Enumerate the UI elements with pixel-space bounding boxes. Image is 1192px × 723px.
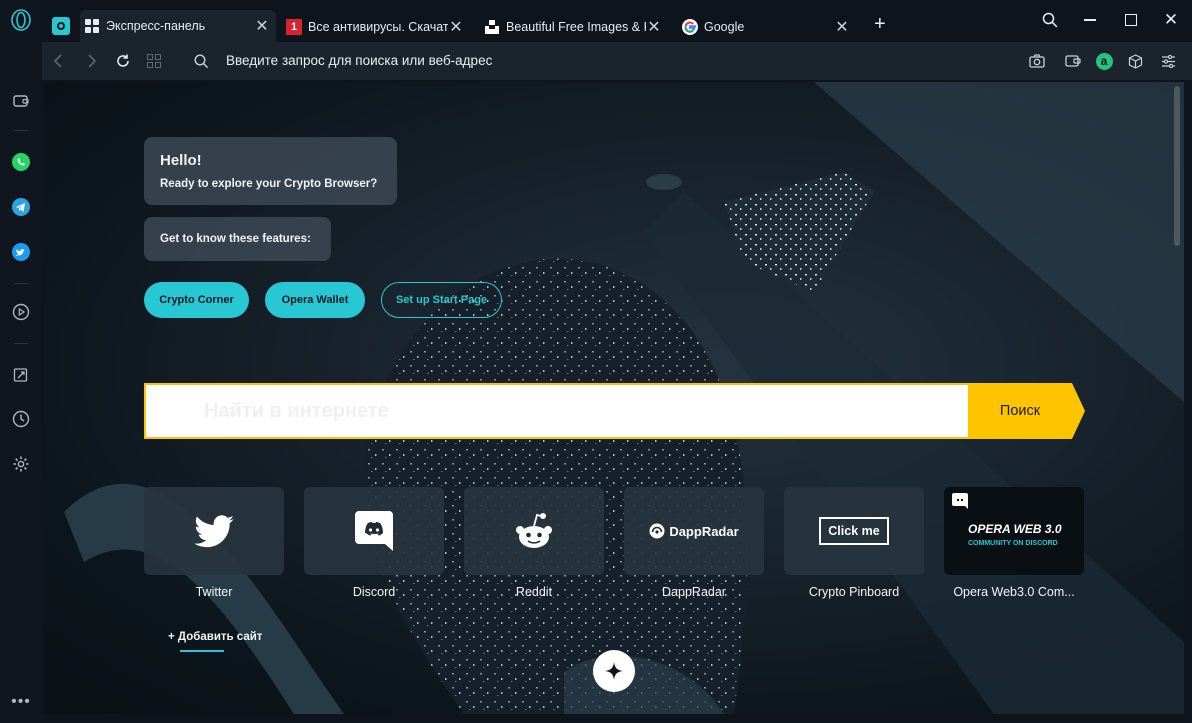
close-window-button[interactable]: ✕ — [1159, 8, 1183, 32]
history-icon[interactable] — [9, 407, 33, 431]
scrollbar[interactable] — [1174, 86, 1180, 246]
speed-dial-tile[interactable] — [304, 487, 444, 575]
web-search-input[interactable] — [146, 385, 970, 437]
speed-dial-reddit[interactable]: Reddit — [464, 487, 604, 599]
hello-subtitle: Ready to explore your Crypto Browser? — [160, 178, 378, 190]
opera-web3-logo-sub: COMMUNITY ON DISCORD — [968, 540, 1058, 547]
new-tab-button[interactable]: + — [874, 14, 886, 34]
speed-dial-opera-web3[interactable]: OPERA WEB 3.0 COMMUNITY ON DISCORD Opera… — [944, 487, 1084, 599]
speed-dial-label: DappRadar — [662, 585, 726, 599]
reddit-icon — [516, 513, 552, 548]
speed-dial-label: Opera Web3.0 Com... — [953, 585, 1075, 599]
click-me-logo: Click me — [819, 517, 889, 545]
antivirus-favicon: 1 — [286, 19, 302, 35]
twitter-icon — [194, 514, 234, 547]
web-search-button[interactable]: Поиск — [968, 383, 1085, 439]
speed-dial-label: Discord — [352, 585, 396, 599]
add-site-button[interactable]: + Добавить сайт — [168, 631, 262, 643]
tab-search-icon[interactable] — [1038, 8, 1062, 32]
speed-dial-tile[interactable]: DappRadar — [624, 487, 764, 575]
settings-icon[interactable] — [9, 452, 33, 476]
features-bubble: Get to know these features: — [144, 217, 331, 261]
forward-icon[interactable] — [80, 50, 102, 72]
dappradar-logo: DappRadar — [649, 523, 739, 539]
minimize-button[interactable] — [1078, 8, 1102, 32]
set-up-start-page-button[interactable]: Set up Start Page — [381, 282, 502, 318]
opera-wallet-button[interactable]: Opera Wallet — [265, 282, 365, 318]
discord-icon — [952, 493, 968, 509]
close-tab-icon[interactable]: ✕ — [254, 16, 270, 36]
maximize-button[interactable] — [1119, 8, 1143, 32]
more-icon[interactable]: ••• — [9, 690, 33, 714]
easy-setup-spark-button[interactable] — [593, 650, 635, 692]
opera-web3-logo-text: OPERA WEB 3.0 — [968, 522, 1062, 536]
close-tab-icon[interactable]: ✕ — [646, 17, 662, 37]
tab-antivirus[interactable]: 1 Все антивирусы. Скачать ✕ — [282, 12, 470, 42]
wallet-toolbar-icon[interactable] — [1063, 51, 1083, 71]
telegram-icon[interactable] — [9, 195, 33, 219]
twitter-icon[interactable] — [9, 240, 33, 264]
whatsapp-icon[interactable] — [9, 150, 33, 174]
tab-title: Все антивирусы. Скачать — [308, 20, 448, 34]
browser-window: ••• Экспресс-панель ✕ 1 Все антивирусы. … — [0, 0, 1192, 723]
account-icon[interactable]: a — [1094, 51, 1114, 71]
web-search-box — [144, 383, 970, 439]
wallet-icon[interactable] — [9, 89, 33, 113]
web-search-button-label: Поиск — [999, 403, 1041, 419]
tab-unsplash[interactable]: Beautiful Free Images & P ✕ — [480, 12, 668, 42]
speed-dial-dappradar[interactable]: DappRadar DappRadar — [624, 487, 764, 599]
dappradar-logo-text: DappRadar — [669, 523, 739, 539]
address-bar: Введите запрос для поиска или веб-адрес … — [42, 42, 1192, 80]
features-text: Get to know these features: — [160, 233, 311, 245]
hello-text: Hello! — [160, 152, 202, 169]
grid-icon — [84, 18, 100, 34]
tab-title: Экспресс-панель — [106, 19, 206, 33]
speed-dial-twitter[interactable]: Twitter — [144, 487, 284, 599]
speed-dial-grid-icon[interactable] — [143, 50, 165, 72]
speed-dial-tile[interactable]: Click me — [784, 487, 924, 575]
workspace-icon[interactable] — [52, 17, 70, 35]
opera-menu-icon[interactable] — [9, 8, 33, 32]
crypto-corner-button[interactable]: Crypto Corner — [144, 282, 249, 318]
back-icon[interactable] — [48, 50, 70, 72]
close-tab-icon[interactable]: ✕ — [834, 17, 850, 37]
google-favicon — [682, 19, 698, 35]
unsplash-favicon — [484, 19, 500, 35]
snapshot-icon[interactable] — [1027, 51, 1047, 71]
speed-dial-crypto-pinboard[interactable]: Click me Crypto Pinboard — [784, 487, 924, 599]
start-page: Hello! Ready to explore your Crypto Brow… — [44, 82, 1184, 714]
speed-dial-tile[interactable] — [144, 487, 284, 575]
easy-setup-icon[interactable] — [1158, 51, 1178, 71]
tab-title: Google — [704, 20, 745, 34]
tab-google[interactable]: Google ✕ — [678, 12, 856, 42]
tab-speed-dial[interactable]: Экспресс-панель ✕ — [80, 10, 276, 42]
tab-title: Beautiful Free Images & P — [506, 20, 646, 34]
player-icon[interactable] — [9, 300, 33, 324]
search-icon — [190, 50, 212, 72]
url-input[interactable]: Введите запрос для поиска или веб-адрес — [226, 53, 492, 68]
speed-dial-discord[interactable]: Discord — [304, 487, 444, 599]
speed-dial-tile[interactable] — [464, 487, 604, 575]
pinboard-icon[interactable] — [9, 363, 33, 387]
speed-dial-label: Crypto Pinboard — [808, 585, 900, 599]
extensions-cube-icon[interactable] — [1125, 51, 1145, 71]
sparkle-icon — [605, 662, 623, 680]
speed-dial-label: Twitter — [195, 585, 233, 599]
speed-dial-tile[interactable]: OPERA WEB 3.0 COMMUNITY ON DISCORD — [944, 487, 1084, 575]
discord-icon — [355, 511, 393, 551]
sidebar: ••• — [0, 0, 42, 723]
reload-icon[interactable] — [112, 50, 134, 72]
tab-strip: Экспресс-панель ✕ 1 Все антивирусы. Скач… — [42, 0, 1192, 42]
close-tab-icon[interactable]: ✕ — [448, 17, 464, 37]
add-site-underline — [180, 650, 224, 652]
speed-dial-label: Reddit — [515, 585, 553, 599]
hello-bubble: Hello! Ready to explore your Crypto Brow… — [144, 137, 397, 205]
